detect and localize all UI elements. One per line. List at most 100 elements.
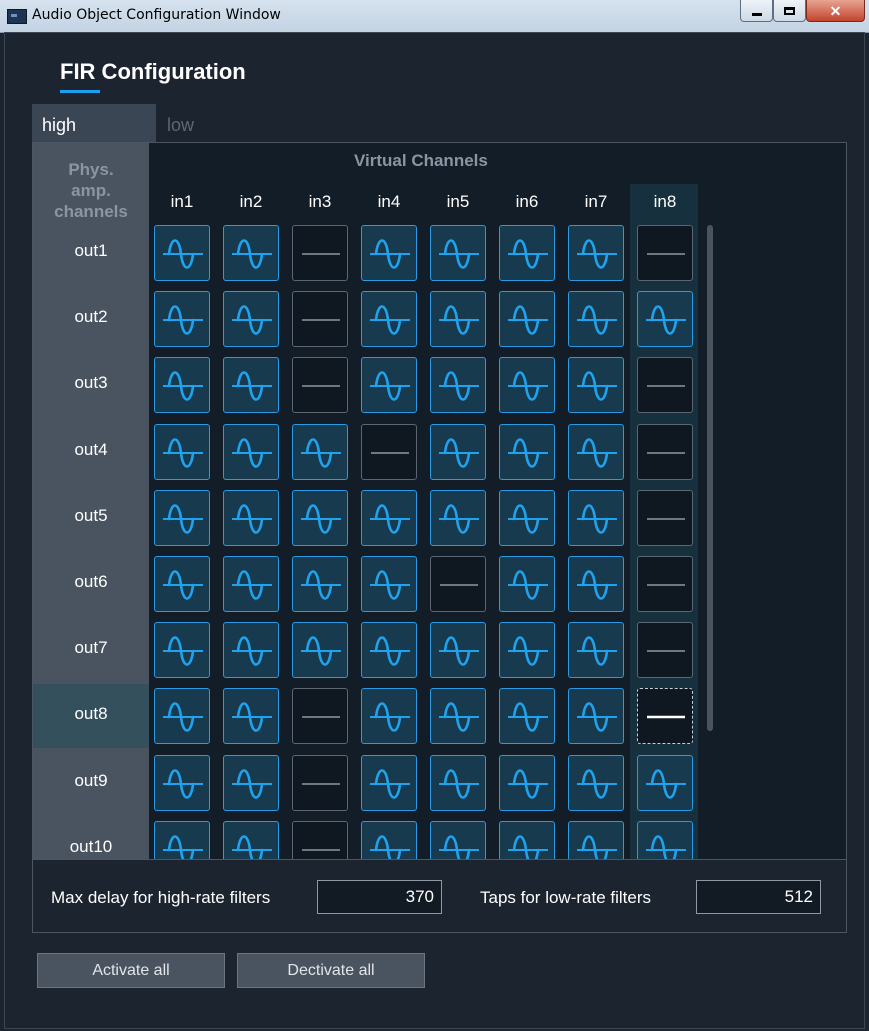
filter-toggle-out4-in3[interactable] (292, 424, 348, 480)
filter-toggle-out8-in3[interactable] (292, 688, 348, 744)
vertical-scrollbar[interactable] (707, 225, 713, 731)
filter-toggle-out8-in1[interactable] (154, 688, 210, 744)
filter-toggle-out1-in1[interactable] (154, 225, 210, 281)
filter-toggle-out6-in7[interactable] (568, 556, 624, 612)
filter-toggle-out3-in5[interactable] (430, 357, 486, 413)
filter-toggle-out9-in1[interactable] (154, 755, 210, 811)
filter-toggle-out5-in6[interactable] (499, 490, 555, 546)
filter-toggle-out5-in7[interactable] (568, 490, 624, 546)
filter-toggle-out4-in1[interactable] (154, 424, 210, 480)
filter-toggle-out9-in8[interactable] (637, 755, 693, 811)
filter-toggle-out4-in2[interactable] (223, 424, 279, 480)
filter-toggle-out5-in2[interactable] (223, 490, 279, 546)
taps-input[interactable] (696, 880, 821, 914)
filter-toggle-out5-in8[interactable] (637, 490, 693, 546)
filter-toggle-out4-in6[interactable] (499, 424, 555, 480)
filter-toggle-out10-in4[interactable] (361, 821, 417, 859)
close-button[interactable]: ✕ (806, 0, 865, 22)
filter-toggle-out9-in2[interactable] (223, 755, 279, 811)
filter-toggle-out7-in8[interactable] (637, 622, 693, 678)
filter-toggle-out7-in6[interactable] (499, 622, 555, 678)
filter-toggle-out6-in4[interactable] (361, 556, 417, 612)
filter-toggle-out10-in1[interactable] (154, 821, 210, 859)
filter-toggle-out4-in5[interactable] (430, 424, 486, 480)
filter-toggle-out7-in4[interactable] (361, 622, 417, 678)
filter-toggle-out7-in5[interactable] (430, 622, 486, 678)
filter-toggle-out1-in3[interactable] (292, 225, 348, 281)
sine-wave-icon (439, 371, 479, 401)
filter-toggle-out10-in8[interactable] (637, 821, 693, 859)
filter-toggle-out1-in4[interactable] (361, 225, 417, 281)
filter-toggle-out2-in5[interactable] (430, 291, 486, 347)
flat-line-icon (647, 650, 685, 652)
filter-toggle-out3-in4[interactable] (361, 357, 417, 413)
tab-high[interactable]: high (32, 104, 156, 142)
row-header-out8: out8 (74, 704, 108, 723)
filter-toggle-out7-in1[interactable] (154, 622, 210, 678)
filter-toggle-out10-in5[interactable] (430, 821, 486, 859)
sine-wave-icon (508, 702, 548, 732)
filter-toggle-out4-in4[interactable] (361, 424, 417, 480)
filter-toggle-out8-in8[interactable] (637, 688, 693, 744)
filter-toggle-out8-in4[interactable] (361, 688, 417, 744)
filter-toggle-out3-in7[interactable] (568, 357, 624, 413)
filter-toggle-out1-in8[interactable] (637, 225, 693, 281)
filter-toggle-out6-in6[interactable] (499, 556, 555, 612)
filter-toggle-out7-in2[interactable] (223, 622, 279, 678)
filter-toggle-out10-in6[interactable] (499, 821, 555, 859)
filter-toggle-out3-in2[interactable] (223, 357, 279, 413)
filter-toggle-out6-in5[interactable] (430, 556, 486, 612)
maximize-button[interactable] (773, 0, 806, 22)
filter-toggle-out5-in1[interactable] (154, 490, 210, 546)
tab-low[interactable]: low (157, 104, 281, 142)
row-header-out7: out7 (74, 638, 108, 657)
row-header-out6: out6 (74, 572, 108, 591)
filter-toggle-out9-in6[interactable] (499, 755, 555, 811)
column-header-in3: in3 (308, 192, 332, 211)
filter-toggle-out8-in5[interactable] (430, 688, 486, 744)
filter-toggle-out6-in2[interactable] (223, 556, 279, 612)
filter-toggle-out8-in7[interactable] (568, 688, 624, 744)
filter-toggle-out10-in7[interactable] (568, 821, 624, 859)
filter-toggle-out1-in2[interactable] (223, 225, 279, 281)
filter-toggle-out9-in4[interactable] (361, 755, 417, 811)
filter-toggle-out4-in7[interactable] (568, 424, 624, 480)
filter-toggle-out9-in3[interactable] (292, 755, 348, 811)
filter-toggle-out10-in3[interactable] (292, 821, 348, 859)
filter-toggle-out7-in7[interactable] (568, 622, 624, 678)
filter-toggle-out9-in7[interactable] (568, 755, 624, 811)
max-delay-input[interactable] (317, 880, 442, 914)
filter-toggle-out5-in3[interactable] (292, 490, 348, 546)
filter-toggle-out3-in8[interactable] (637, 357, 693, 413)
minimize-button[interactable] (740, 0, 773, 22)
activate-all-button[interactable]: Activate all (37, 953, 225, 988)
row-header-out10: out10 (69, 837, 113, 856)
filter-toggle-out3-in1[interactable] (154, 357, 210, 413)
filter-toggle-out2-in3[interactable] (292, 291, 348, 347)
filter-toggle-out6-in3[interactable] (292, 556, 348, 612)
filter-toggle-out9-in5[interactable] (430, 755, 486, 811)
sine-wave-icon (646, 769, 686, 799)
filter-toggle-out2-in1[interactable] (154, 291, 210, 347)
filter-toggle-out3-in3[interactable] (292, 357, 348, 413)
filter-toggle-out10-in2[interactable] (223, 821, 279, 859)
filter-toggle-out1-in5[interactable] (430, 225, 486, 281)
filter-toggle-out4-in8[interactable] (637, 424, 693, 480)
filter-toggle-out8-in6[interactable] (499, 688, 555, 744)
deactivate-all-button[interactable]: Dectivate all (237, 953, 425, 988)
filter-toggle-out1-in7[interactable] (568, 225, 624, 281)
filter-toggle-out2-in6[interactable] (499, 291, 555, 347)
filter-toggle-out7-in3[interactable] (292, 622, 348, 678)
filter-toggle-out2-in8[interactable] (637, 291, 693, 347)
filter-toggle-out5-in5[interactable] (430, 490, 486, 546)
filter-toggle-out2-in7[interactable] (568, 291, 624, 347)
filter-toggle-out8-in2[interactable] (223, 688, 279, 744)
filter-toggle-out5-in4[interactable] (361, 490, 417, 546)
filter-toggle-out6-in8[interactable] (637, 556, 693, 612)
filter-toggle-out6-in1[interactable] (154, 556, 210, 612)
filter-toggle-out3-in6[interactable] (499, 357, 555, 413)
filter-toggle-out2-in2[interactable] (223, 291, 279, 347)
sine-wave-icon (439, 504, 479, 534)
filter-toggle-out2-in4[interactable] (361, 291, 417, 347)
filter-toggle-out1-in6[interactable] (499, 225, 555, 281)
